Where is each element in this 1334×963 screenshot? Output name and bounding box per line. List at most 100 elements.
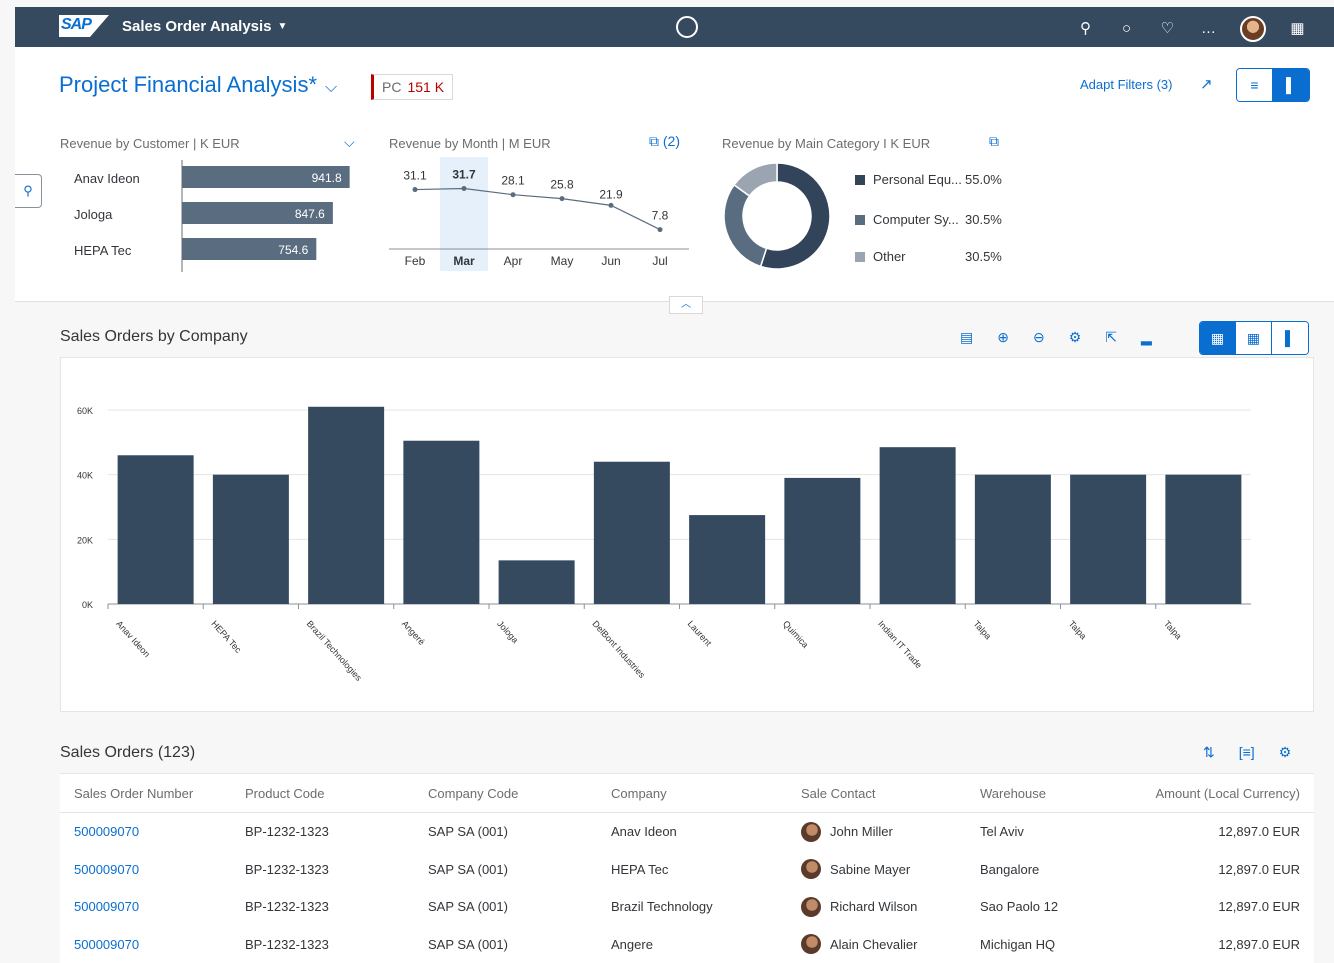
legend-item[interactable]: Personal Equ...55.0% [855, 172, 1025, 187]
table-cell: Anav Ideon [611, 813, 677, 851]
table-row[interactable]: 500009070BP-1232-1323SAP SA (001)AngereA… [60, 926, 1314, 963]
customer-bar-label: 754.6 [278, 243, 308, 257]
sort-icon[interactable]: ⇅ [1203, 744, 1215, 761]
grid-icon[interactable]: ▦ [1288, 18, 1307, 40]
bar[interactable] [1165, 475, 1241, 604]
sale-contact-cell: Alain Chevalier [801, 926, 917, 963]
table-cell: 12,897.0 EUR [1218, 926, 1300, 963]
legend-icon[interactable]: ▤ [960, 329, 973, 346]
bar[interactable] [975, 475, 1051, 604]
month-point[interactable] [609, 203, 614, 208]
settings-icon[interactable]: ⚙ [1279, 744, 1292, 761]
table-row[interactable]: 500009070BP-1232-1323SAP SA (001)HEPA Te… [60, 851, 1314, 889]
table-row[interactable]: 500009070BP-1232-1323SAP SA (001)Anav Id… [60, 813, 1314, 851]
search-icon[interactable]: ⚲ [15, 174, 42, 208]
column-header: Company Code [428, 774, 518, 812]
month-line-chart: 31.1Feb31.7Mar28.1Apr25.8May21.9Jun7.8Ju… [389, 157, 689, 275]
month-value-label: 31.1 [403, 169, 427, 183]
month-card-title: Revenue by Month | M EUR [389, 136, 551, 151]
month-tick-label: Mar [453, 254, 475, 268]
table-view-icon[interactable]: ▦ [1236, 322, 1272, 354]
bar[interactable] [308, 407, 384, 604]
bar[interactable] [1070, 475, 1146, 604]
table-header-row: Sales Order NumberProduct CodeCompany Co… [60, 773, 1314, 813]
search-icon[interactable]: ⚲ [1076, 18, 1095, 40]
table-cell: SAP SA (001) [428, 888, 508, 926]
legend-item[interactable]: Other30.5% [855, 249, 1025, 264]
page-title: Project Financial Analysis* [59, 72, 317, 97]
sap-logo[interactable]: SAP [59, 15, 109, 37]
month-point[interactable] [658, 227, 663, 232]
chart-view-icon[interactable]: ▌ [1273, 69, 1309, 101]
pc-indicator[interactable]: PC151 K [371, 74, 453, 100]
avatar [801, 822, 821, 842]
month-value-label: 25.8 [550, 178, 574, 192]
overflow-icon[interactable]: … [1199, 18, 1218, 40]
month-point[interactable] [413, 187, 418, 192]
chevron-down-icon[interactable]: ⌵ [344, 134, 355, 151]
category-donut-chart [722, 160, 832, 272]
month-point[interactable] [511, 192, 516, 197]
bar[interactable] [213, 475, 289, 604]
sales-order-link[interactable]: 500009070 [74, 851, 139, 889]
month-point[interactable] [462, 186, 467, 191]
bar[interactable] [784, 478, 860, 604]
table-cell: Brazil Technology [611, 888, 713, 926]
group-icon[interactable]: [≡] [1239, 744, 1255, 761]
chart-type-icon[interactable]: ▂ [1141, 329, 1152, 346]
table-cell: Sao Paolo 12 [980, 888, 1058, 926]
x-tick-label: Anav Ideon [114, 619, 152, 660]
month-detail-link[interactable]: ⧉ (2) [649, 133, 680, 150]
month-point[interactable] [560, 196, 565, 201]
legend-name: Other [873, 249, 965, 264]
collapse-header-button[interactable]: ︿ [669, 296, 703, 314]
column-header: Warehouse [980, 774, 1046, 812]
chart-only-view-icon[interactable]: ▌ [1272, 322, 1308, 354]
share-icon[interactable]: ↗ [1200, 75, 1213, 93]
avatar[interactable] [1240, 16, 1266, 42]
zoom-in-icon[interactable]: ⊕ [997, 329, 1009, 346]
sales-order-link[interactable]: 500009070 [74, 926, 139, 963]
table-cell: SAP SA (001) [428, 851, 508, 889]
page-title-menu[interactable]: Project Financial Analysis*⌵ [59, 72, 337, 98]
table-cell: 12,897.0 EUR [1218, 813, 1300, 851]
donut-slice[interactable] [724, 185, 766, 267]
contact-name: Alain Chevalier [830, 937, 917, 952]
month-tick-label: Jun [601, 254, 620, 268]
table-cell: 12,897.0 EUR [1218, 851, 1300, 889]
zoom-out-icon[interactable]: ⊖ [1033, 329, 1045, 346]
copy-icon[interactable]: ⧉ [989, 133, 999, 150]
busy-indicator-icon [676, 16, 698, 38]
sales-order-link[interactable]: 500009070 [74, 813, 139, 851]
sales-order-link[interactable]: 500009070 [74, 888, 139, 926]
chart-table-view-icon[interactable]: ▦ [1200, 322, 1236, 354]
bar[interactable] [118, 455, 194, 604]
app-title-menu[interactable]: Sales Order Analysis▼ [122, 18, 287, 35]
circle-icon[interactable]: ○ [1117, 18, 1136, 40]
customer-name: Jologa [74, 207, 113, 222]
month-value-label: 21.9 [599, 187, 623, 201]
bar[interactable] [880, 447, 956, 604]
adapt-filters-link[interactable]: Adapt Filters (3) [1080, 77, 1172, 92]
bar[interactable] [499, 560, 575, 604]
y-tick-label: 60K [77, 406, 93, 416]
legend-item[interactable]: Computer Sy...30.5% [855, 212, 1025, 227]
x-tick-label: Talpa [1162, 619, 1184, 642]
bar[interactable] [403, 441, 479, 604]
bell-icon[interactable]: ♡ [1158, 18, 1177, 40]
table-row[interactable]: 500009070BP-1232-1323SAP SA (001)Brazil … [60, 888, 1314, 926]
fullscreen-icon[interactable]: ⇱ [1105, 329, 1117, 346]
list-view-icon[interactable]: ≡ [1237, 69, 1273, 101]
table-cell: Angere [611, 926, 653, 963]
settings-icon[interactable]: ⚙ [1069, 329, 1082, 346]
column-header: Company [611, 774, 667, 812]
pc-label: PC [382, 79, 401, 95]
legend-percent: 55.0% [965, 172, 1002, 187]
column-header: Sales Order Number [74, 774, 193, 812]
header-view-toggle: ≡ ▌ [1236, 68, 1310, 102]
table-cell: Tel Aviv [980, 813, 1024, 851]
bar[interactable] [689, 515, 765, 604]
bar[interactable] [594, 462, 670, 604]
x-tick-label: DelBont Industries [590, 619, 647, 681]
x-tick-label: Talpa [1067, 619, 1089, 642]
